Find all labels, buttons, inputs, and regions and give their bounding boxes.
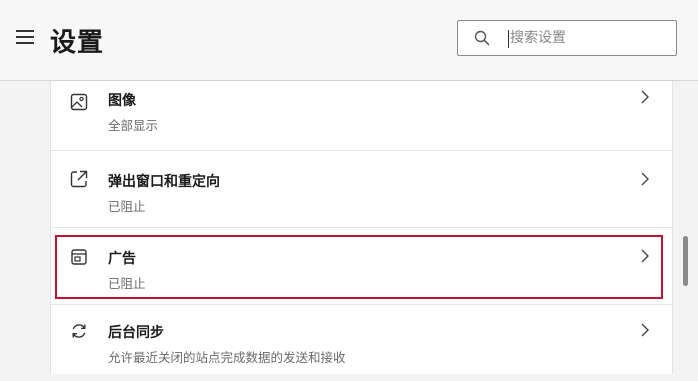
text-cursor	[508, 30, 509, 48]
chevron-right-icon	[641, 90, 649, 104]
chevron-right-icon	[641, 323, 649, 337]
search-box[interactable]	[457, 20, 677, 56]
setting-row-popups[interactable]: 弹出窗口和重定向 已阻止	[51, 151, 672, 227]
scrollbar-track[interactable]	[680, 81, 690, 374]
setting-subtitle: 允许最近关闭的站点完成数据的发送和接收	[108, 350, 346, 365]
search-icon	[474, 30, 490, 46]
page-title: 设置	[50, 28, 105, 58]
scrollbar-thumb[interactable]	[683, 236, 688, 286]
sync-icon	[72, 324, 86, 338]
highlight-box	[55, 235, 663, 299]
setting-row-background-sync[interactable]: 后台同步 允许最近关闭的站点完成数据的发送和接收	[51, 305, 672, 381]
setting-title: 图像	[108, 93, 136, 109]
popup-icon	[70, 170, 88, 188]
setting-title: 后台同步	[108, 325, 164, 341]
setting-title: 弹出窗口和重定向	[108, 174, 220, 190]
setting-row-images[interactable]: 图像 全部显示	[51, 75, 672, 151]
setting-subtitle: 已阻止	[108, 199, 146, 214]
chevron-right-icon	[641, 172, 649, 186]
image-icon	[70, 93, 88, 111]
search-input[interactable]	[510, 21, 670, 55]
menu-icon[interactable]	[16, 30, 34, 44]
setting-subtitle: 全部显示	[108, 118, 159, 133]
header-bar: 设置	[0, 0, 698, 81]
settings-list: 图像 全部显示 弹出窗口和重定向 已阻止 广告 已阻止 后台同步 允许最近关闭的…	[50, 81, 673, 374]
